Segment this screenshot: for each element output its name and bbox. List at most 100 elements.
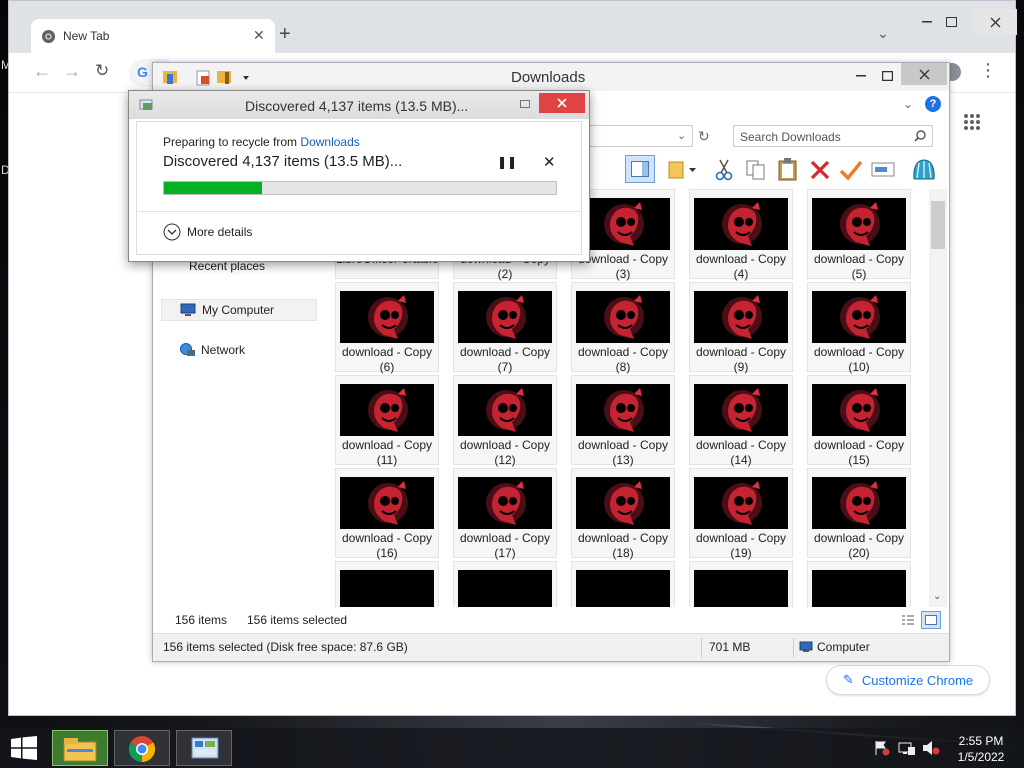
file-thumbnail-item[interactable]: download - Copy (16) [335,468,439,560]
file-thumbnail-item[interactable]: download - Copy (8) [571,282,675,374]
control-panel-icon [191,737,219,759]
reload-icon[interactable]: ↻ [95,61,109,81]
taskbar-control-panel-button[interactable] [176,730,232,766]
explorer-close-button[interactable] [901,63,947,85]
file-thumbnail-item[interactable] [335,561,439,607]
downloads-link[interactable]: Downloads [300,135,359,149]
action-center-flag-icon[interactable] [874,740,890,756]
search-box[interactable]: Search Downloads [733,125,933,147]
nav-item-my-computer[interactable]: My Computer [161,299,317,321]
file-thumbnail-item[interactable]: download - Copy (15) [807,375,911,467]
file-name-label: download - Copy (15) [813,438,905,467]
copy-icon[interactable] [745,159,767,181]
thumbnail-image [576,477,670,529]
thumbnail-image [458,291,552,343]
dialog-app-icon [139,99,153,110]
file-thumbnail-item[interactable]: download - Copy (13) [571,375,675,467]
chrome-menu-icon[interactable]: ⋮ [979,61,997,79]
delete-icon[interactable] [809,159,831,181]
pause-button[interactable]: ❚❚ [497,155,517,169]
ribbon-expand-icon[interactable]: ⌄ [903,97,913,111]
clock-time[interactable]: 2:55 PM [956,734,1006,748]
file-thumbnail-item[interactable]: download - Copy (6) [335,282,439,374]
my-computer-label: My Computer [202,303,275,317]
network-status-icon[interactable] [898,740,916,756]
vertical-scrollbar[interactable]: ⌄ [929,189,947,607]
customize-chrome-button[interactable]: ✎ Customize Chrome [826,665,990,695]
explorer-maximize-button[interactable] [873,65,901,87]
cut-icon[interactable] [715,159,733,181]
explorer-minimize-button[interactable] [847,65,875,87]
address-dropdown-icon[interactable]: ⌄ [677,129,686,142]
thumbnail-image [694,198,788,250]
new-tab-button[interactable]: + [279,23,291,46]
file-thumbnail-item[interactable]: download - Copy (7) [453,282,557,374]
thumbnail-image [812,384,906,436]
maximize-button[interactable] [937,11,965,33]
file-thumbnail-item[interactable]: download - Copy (17) [453,468,557,560]
preview-pane-button[interactable] [625,155,655,183]
thumbnail-image [340,570,434,607]
paste-icon[interactable] [777,157,799,181]
cancel-icon[interactable]: ✕ [543,153,556,171]
file-thumbnail-item[interactable]: download - Copy (20) [807,468,911,560]
refresh-icon[interactable]: ↻ [698,128,710,145]
file-name-label: download - Copy (4) [695,252,787,281]
apps-grid-icon[interactable] [963,113,981,131]
forward-arrow-icon[interactable]: → [63,61,81,82]
file-thumbnail-item[interactable]: download - Copy (4) [689,189,793,281]
windows-start-icon[interactable] [10,736,38,760]
clock-date[interactable]: 1/5/2022 [954,750,1008,764]
thumbnail-image [458,384,552,436]
file-name-label: download - Copy (12) [459,438,551,467]
chevron-down-icon [163,223,181,241]
file-thumbnail-item[interactable] [571,561,675,607]
rename-icon[interactable] [871,161,895,179]
dialog-minimize-button[interactable] [511,93,539,115]
address-bar[interactable]: ⌄ [589,125,693,147]
file-thumbnail-item[interactable]: download - Copy (10) [807,282,911,374]
chrome-tab-icon [41,29,56,44]
file-thumbnail-item[interactable]: download - Copy (5) [807,189,911,281]
thumbnail-image [694,291,788,343]
taskbar-chrome-button[interactable] [114,730,170,766]
search-placeholder: Search Downloads [740,130,841,144]
shell-icon[interactable] [911,157,937,183]
thumbnail-image [576,198,670,250]
file-thumbnail-item[interactable]: download - Copy (19) [689,468,793,560]
close-tab-icon[interactable]: ✕ [253,27,265,44]
file-thumbnail-item[interactable]: download - Copy (14) [689,375,793,467]
file-thumbnail-item[interactable]: download - Copy (12) [453,375,557,467]
status-divider [701,638,702,658]
check-icon[interactable] [839,159,863,181]
thumbnail-image [694,384,788,436]
file-thumbnail-item[interactable]: download - Copy (18) [571,468,675,560]
file-thumbnail-item[interactable] [807,561,911,607]
properties-dropdown-icon[interactable] [667,159,697,181]
large-icons-view-button[interactable] [921,611,941,629]
details-view-icon[interactable] [901,614,915,626]
close-button[interactable] [973,9,1017,35]
tab-new-tab[interactable]: New Tab ✕ [31,19,275,53]
scroll-down-arrow-icon[interactable]: ⌄ [933,591,941,602]
file-name-label: download - Copy (16) [341,531,433,560]
file-thumbnail-item[interactable] [453,561,557,607]
nav-item-network[interactable]: Network [179,343,245,357]
taskbar-file-explorer-button[interactable] [52,730,108,766]
help-icon[interactable]: ? [925,96,941,112]
file-name-label: download - Copy (18) [577,531,669,560]
more-details-toggle[interactable]: More details [163,223,252,241]
details-status-bar: 156 items selected (Disk free space: 87.… [153,633,949,661]
preparing-label: Preparing to recycle from [163,135,298,149]
thumbnail-image [694,477,788,529]
quick-access-toolbar[interactable] [161,68,257,86]
dialog-close-button[interactable] [539,93,585,113]
file-thumbnail-item[interactable]: download - Copy (11) [335,375,439,467]
file-thumbnail-item[interactable] [689,561,793,607]
file-thumbnail-item[interactable]: download - Copy (9) [689,282,793,374]
back-arrow-icon[interactable]: ← [33,61,51,82]
tab-search-icon[interactable]: ⌄ [877,25,889,42]
scrollbar-thumb[interactable] [931,201,945,249]
thumbnail-image [812,291,906,343]
volume-muted-icon[interactable] [922,740,940,756]
